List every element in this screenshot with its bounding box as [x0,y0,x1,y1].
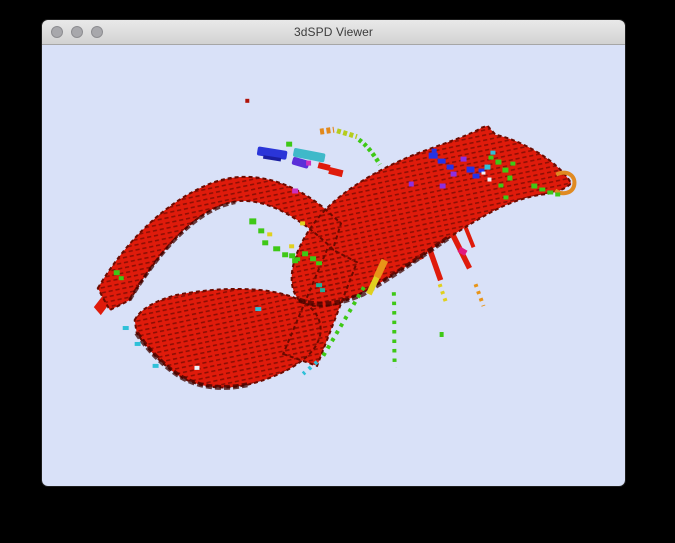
voxel-speck [255,307,261,311]
window-titlebar[interactable]: 3dSPD Viewer [42,20,625,45]
voxel-speck [498,184,503,188]
voxel-speck [451,172,457,177]
voxel-speck [467,167,475,173]
voxel-speck [135,342,141,346]
voxel-speck [555,192,560,196]
voxel-speck [490,151,495,155]
voxel-speck [289,253,295,258]
voxel-speck [123,326,129,330]
voxel-speck [503,195,508,199]
voxel-speck [495,160,501,165]
voxel-speck [320,288,325,292]
voxel-speck [295,257,300,261]
minimize-button[interactable] [71,26,83,38]
zoom-button[interactable] [91,26,103,38]
close-button[interactable] [51,26,63,38]
stray-voxel-dot [245,99,249,103]
voxel-speck [300,221,305,225]
voxel-speck [429,153,438,159]
voxel-speck [119,276,124,280]
voxel-speck [440,332,444,337]
voxel-speck [153,364,159,368]
voxel-speck [484,165,490,170]
voxel-speck [432,149,437,153]
voxel-speck [473,174,480,179]
voxel-speck [258,228,264,233]
voxel-speck [438,159,446,164]
voxel-speck [316,261,322,265]
voxel-speck [310,256,316,261]
voxel-speck [481,172,485,175]
voxel-speck [510,162,515,166]
voxel-speck [194,366,199,370]
app-window: 3dSPD Viewer [41,19,626,487]
voxel-speck [292,189,298,194]
voxel-speck [488,156,493,160]
voxel-speck [502,168,508,173]
viewer-content [42,45,625,487]
voxel-speck [547,190,553,194]
voxel-speck [286,142,292,147]
voxel-speck [487,178,491,182]
viewport-3d[interactable] [42,45,625,487]
voxel-speck [289,244,294,248]
voxel-speck [461,157,467,162]
voxel-speck [316,283,322,287]
voxel-speck [409,182,414,187]
voxel-speck [306,161,311,166]
window-controls [42,26,103,38]
voxel-speck [249,218,256,224]
voxel-speck [440,184,446,189]
voxel-speck [262,240,268,245]
voxel-speck [273,246,280,251]
voxel-speck [302,251,308,256]
voxel-speck [114,270,120,275]
window-title: 3dSPD Viewer [42,25,625,39]
voxel-speck [267,232,272,236]
voxel-speck [539,188,545,192]
voxel-speck [507,176,512,181]
voxel-speck [282,252,288,257]
voxel-speck [531,184,537,189]
voxel-speck [447,165,454,170]
